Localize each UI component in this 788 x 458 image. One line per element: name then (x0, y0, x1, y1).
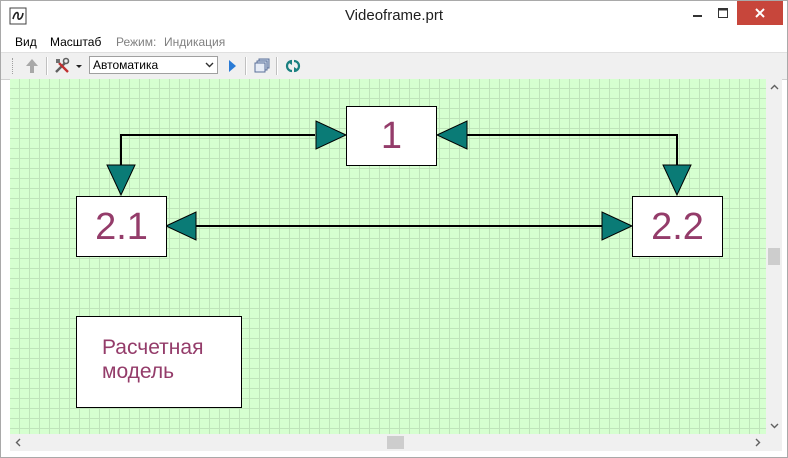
model-label-line1: Расчетная (102, 336, 204, 359)
tools-icon[interactable] (53, 57, 71, 75)
arrowhead-into-2-1-right (164, 211, 197, 241)
chevron-right-icon (755, 438, 761, 446)
scroll-up-button[interactable] (766, 79, 782, 95)
arrowhead-into-2-2-left (601, 211, 634, 241)
maximize-icon (718, 8, 728, 18)
node-1[interactable]: 1 (346, 106, 437, 166)
arrowhead-into-2-1 (106, 164, 136, 197)
node-2-1[interactable]: 2.1 (76, 196, 167, 257)
chevron-up-icon (770, 84, 778, 90)
minimize-icon (693, 15, 702, 17)
mode-select[interactable]: Автоматика (89, 56, 218, 74)
chevron-left-icon (15, 438, 21, 446)
play-icon[interactable] (223, 57, 241, 75)
close-button[interactable] (737, 1, 783, 25)
connector-1-to-2-2 (467, 134, 678, 167)
mode-select-value: Автоматика (93, 58, 159, 72)
node-2-2[interactable]: 2.2 (632, 196, 723, 257)
horizontal-scroll-thumb[interactable] (387, 436, 404, 449)
toolbar: Автоматика (1, 52, 787, 80)
scrollbar-corner (766, 434, 782, 451)
node-2-1-label: 2.1 (95, 206, 148, 248)
mode-label: Режим: (116, 35, 157, 49)
node-1-label: 1 (380, 115, 403, 157)
vertical-scroll-thumb[interactable] (768, 248, 780, 265)
minimize-button[interactable] (684, 1, 712, 25)
up-arrow-icon[interactable] (23, 57, 41, 75)
toolbar-grip[interactable] (12, 58, 15, 74)
arrowhead-into-1-right (435, 120, 468, 150)
close-icon (755, 8, 765, 18)
window-title: Videoframe.prt (344, 7, 444, 24)
horizontal-scrollbar[interactable] (10, 434, 766, 451)
vertical-scrollbar[interactable] (766, 79, 782, 434)
windows-icon[interactable] (253, 57, 271, 75)
arrowhead-into-2-2 (662, 164, 692, 197)
mode-value: Индикация (164, 35, 226, 49)
tools-dropdown-icon[interactable] (74, 57, 84, 75)
menu-view[interactable]: Вид (15, 35, 37, 49)
model-box[interactable]: Расчетная модель (76, 316, 242, 408)
refresh-icon[interactable] (284, 57, 302, 75)
app-window: Videoframe.prt Вид Масштаб Режим: Индика… (0, 0, 788, 458)
toolbar-separator (276, 57, 278, 75)
chevron-down-icon (770, 423, 778, 429)
toolbar-separator (46, 57, 48, 75)
chevron-down-icon (205, 62, 214, 68)
connector-1-to-2-1 (120, 134, 315, 167)
scroll-right-button[interactable] (750, 434, 766, 450)
maximize-button[interactable] (709, 1, 737, 25)
menu-scale[interactable]: Масштаб (50, 35, 101, 49)
toolbar-separator (245, 57, 247, 75)
node-2-2-label: 2.2 (651, 206, 704, 248)
model-label-line2: модель (102, 360, 175, 383)
title-bar[interactable]: Videoframe.prt (1, 1, 787, 31)
menu-bar: Вид Масштаб Режим: Индикация (1, 32, 787, 52)
scroll-left-button[interactable] (10, 434, 26, 450)
arrowhead-into-1-left (315, 120, 348, 150)
diagram-canvas[interactable]: 1 2.1 2.2 Расчетная модель (10, 79, 766, 434)
scroll-down-button[interactable] (766, 418, 782, 434)
